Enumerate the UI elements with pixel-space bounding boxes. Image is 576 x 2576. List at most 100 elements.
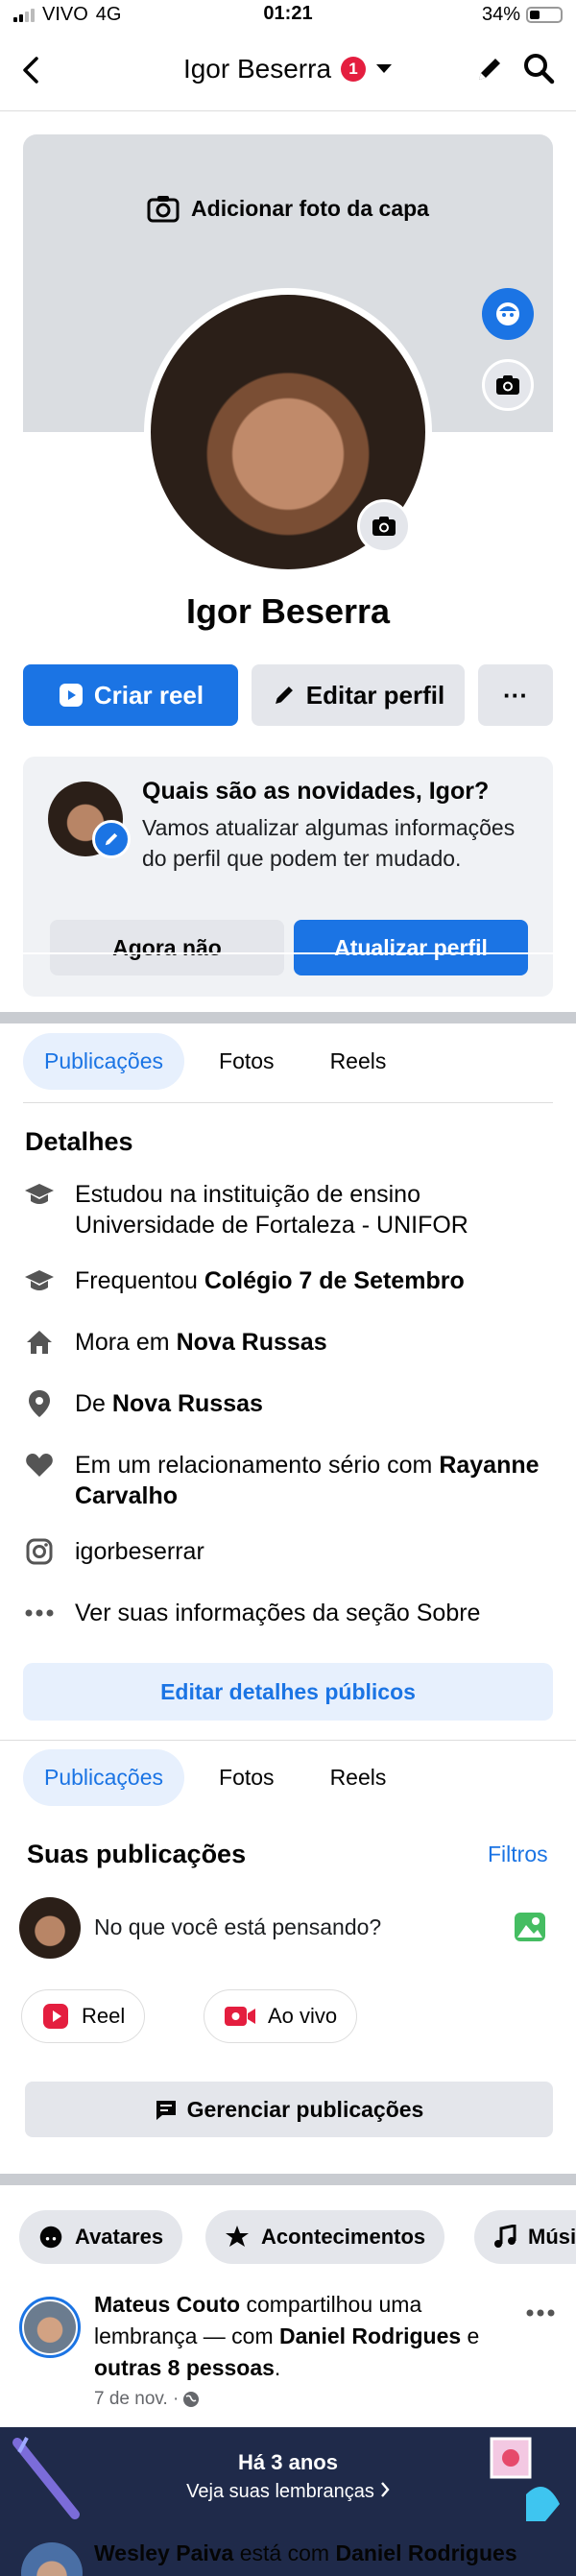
profile-camera-button[interactable] [357,499,411,553]
camera-icon [147,196,180,223]
not-now-label: Agora não [112,934,222,960]
caret-down-icon [376,64,393,73]
next-post-text: Wesley Paiva está com Daniel Rodrigues [94,2540,517,2565]
details-title: Detalhes [25,1127,133,1156]
tab-publicacoes[interactable]: Publicações [23,1033,185,1090]
update-profile-button[interactable]: Atualizar perfil [294,920,528,975]
battery-percent: 34% [481,4,520,25]
tab-fotos[interactable]: Fotos [198,1033,296,1090]
message-list-icon [156,2101,176,2120]
tab-fotos[interactable]: Fotos [198,1749,296,1806]
avatar-icon [496,302,519,325]
post-date: 7 de nov. · [94,2389,180,2409]
notification-badge: 1 [341,57,367,82]
pencil-icon [275,686,293,704]
detail-school: Frequentou Colégio 7 de Setembro [23,1265,561,1296]
update-profile-label: Atualizar perfil [334,934,488,960]
more-dots-icon [23,1598,56,1628]
chip-label: Avatares [75,2225,164,2249]
card-text: Vamos atualizar algumas informações do p… [142,815,516,871]
edit-badge-icon [92,820,131,858]
more-icon: ··· [503,680,528,710]
tab-publicacoes[interactable]: Publicações [23,1749,185,1806]
instagram-icon [23,1536,56,1567]
post-author-avatar[interactable] [19,2297,81,2358]
detail-relationship: Em um relacionamento sério com Rayanne C… [23,1450,561,1511]
filters-link[interactable]: Filtros [488,1842,548,1867]
edit-public-details-button[interactable]: Editar detalhes públicos [23,1663,553,1721]
add-cover-photo-button[interactable]: Adicionar foto da capa [23,194,553,223]
not-now-button[interactable]: Agora não [50,920,284,975]
avatar-icon [39,2226,62,2249]
post-author[interactable]: Mateus Couto [94,2292,240,2317]
photo-frame-illustration-icon [490,2437,560,2521]
live-video-icon [225,2007,255,2026]
posts-tabs: Publicações Fotos Reels [23,1749,407,1806]
memory-subtitle-text: Veja suas lembranças [186,2481,374,2502]
manage-posts-button[interactable]: Gerenciar publicações [25,2082,553,2137]
music-note-icon [494,2225,516,2248]
next-post-author[interactable]: Wesley Paiva [94,2540,233,2565]
graduation-cap-icon [23,1179,56,1210]
home-icon [23,1327,56,1358]
location-pin-icon [23,1388,56,1419]
card-overlay-line [0,952,576,954]
detail-lives-in: Mora em Nova Russas [23,1327,561,1358]
chevron-right-icon [380,2482,390,2497]
camera-icon [372,517,396,536]
chip-acontecimentos[interactable]: Acontecimentos [205,2210,445,2264]
detail-university: Estudou na instituição de ensino Univers… [23,1179,561,1240]
section-divider [0,1740,576,1741]
pencil-icon[interactable] [474,54,505,89]
detail-see-about[interactable]: Ver suas informações da seção Sobre [23,1598,561,1628]
globe-icon [183,2392,200,2407]
live-label: Ao vivo [268,2004,338,2028]
camera-icon [496,375,519,395]
search-icon[interactable] [522,52,555,89]
tab-reels[interactable]: Reels [309,1749,408,1806]
profile-name: Igor Beserra [185,591,391,631]
chip-musica[interactable]: Músi [474,2210,576,2264]
detail-text: Em um relacionamento sério com Rayanne C… [75,1452,540,1509]
detail-text: Ver suas informações da seção Sobre [75,1600,481,1626]
section-separator [0,1012,576,1023]
profile-tabs: Publicações Fotos Reels [23,1033,407,1090]
graduation-cap-icon [23,1265,56,1296]
detail-text: De Nova Russas [75,1390,263,1417]
tabs-divider [23,1102,553,1103]
reel-icon [43,2004,68,2029]
battery-info: 34% [482,4,563,26]
manage-posts-label: Gerenciar publicações [186,2096,424,2122]
reel-icon [59,684,83,707]
battery-icon [526,7,563,23]
chip-label: Acontecimentos [261,2225,426,2249]
detail-text: Estudou na instituição de ensino Univers… [75,1181,468,1239]
star-flag-icon [226,2226,249,2247]
reel-label: Reel [82,2004,126,2028]
create-reel-label: Criar reel [93,680,204,710]
photo-icon[interactable] [513,1911,547,1948]
reel-button[interactable]: Reel [21,1989,146,2043]
edit-profile-button[interactable]: Editar perfil [252,664,465,726]
profile-update-card: Quais são as novidades, Igor? Vamos atua… [23,757,553,997]
chip-avatares[interactable]: Avatares [19,2210,183,2264]
live-button[interactable]: Ao vivo [204,1989,358,2043]
cover-camera-button[interactable] [482,359,534,411]
status-bar: VIVO 4G 01:21 34% [0,0,576,33]
avatar-maker-button[interactable] [482,288,534,340]
section-separator [0,2174,576,2185]
detail-text: Frequentou Colégio 7 de Setembro [75,1267,465,1294]
your-posts-title: Suas publicações [27,1840,247,1868]
post-meta: 7 de nov. · [94,2389,200,2410]
more-button[interactable]: ··· [478,664,553,726]
detail-instagram[interactable]: igorbeserrar [23,1536,561,1567]
profile-header: Igor Beserra 1 [0,42,576,100]
detail-from: De Nova Russas [23,1388,561,1419]
composer-avatar [19,1897,81,1959]
card-title: Quais são as novidades, Igor? [142,778,490,805]
create-reel-button[interactable]: Criar reel [23,664,238,726]
post-text: Mateus Couto compartilhou uma lembrança … [94,2292,480,2380]
tab-reels[interactable]: Reels [309,1033,408,1090]
composer-input[interactable]: No que você está pensando? [94,1914,381,1940]
post-options-icon[interactable] [526,2304,555,2322]
